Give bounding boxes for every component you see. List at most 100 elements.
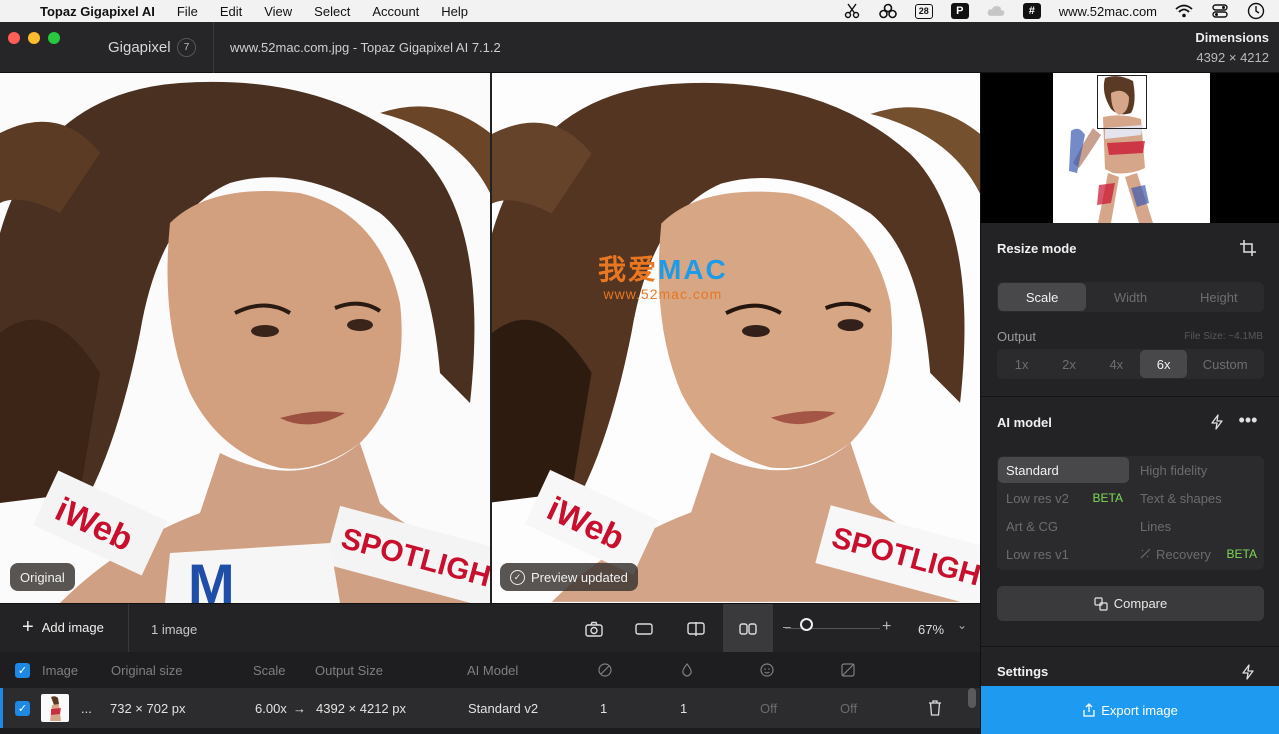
- model-low-res-v1[interactable]: Low res v1: [998, 541, 1129, 567]
- image-table-header: ✓ Image Original size Scale Output Size …: [0, 652, 980, 688]
- menu-select[interactable]: Select: [314, 4, 350, 19]
- menu-view[interactable]: View: [264, 4, 292, 19]
- add-image-button[interactable]: + Add image: [22, 616, 104, 638]
- beta-badge: BETA: [1092, 491, 1123, 505]
- tray-url[interactable]: www.52mac.com: [1059, 4, 1157, 19]
- photo-text-m: M: [188, 552, 235, 603]
- cluster-icon[interactable]: [878, 3, 897, 19]
- resize-tab-width[interactable]: Width: [1086, 283, 1174, 311]
- control-center-icon[interactable]: [1211, 3, 1229, 19]
- resize-tab-scale[interactable]: Scale: [998, 283, 1087, 311]
- zoom-window-button[interactable]: [48, 32, 60, 44]
- header-output-size[interactable]: Output Size: [315, 652, 383, 688]
- navigator-viewport[interactable]: [1097, 75, 1147, 129]
- wifi-icon[interactable]: [1175, 3, 1193, 19]
- close-window-button[interactable]: [8, 32, 20, 44]
- zoom-slider-knob[interactable]: [800, 618, 813, 631]
- resize-tab-height[interactable]: Height: [1175, 283, 1263, 311]
- image-thumbnail[interactable]: [41, 694, 69, 722]
- chevron-down-icon[interactable]: ⌄: [957, 618, 967, 632]
- header-image[interactable]: Image: [42, 652, 78, 688]
- preview-updated-text: Preview updated: [531, 569, 628, 585]
- cloud-icon[interactable]: [987, 3, 1005, 19]
- crop-icon[interactable]: [1237, 237, 1259, 259]
- sharpen-header-icon[interactable]: [681, 652, 693, 688]
- more-options-icon[interactable]: •••: [1237, 409, 1259, 431]
- model-lines[interactable]: Lines: [1132, 513, 1263, 539]
- watermark-cn: 我爱: [598, 254, 659, 285]
- model-low-res-v2[interactable]: Low res v2 BETA: [998, 485, 1129, 511]
- denoise-header-icon[interactable]: [598, 652, 612, 688]
- version-badge[interactable]: 7: [177, 38, 196, 57]
- export-image-button[interactable]: Export image: [981, 686, 1279, 734]
- header-original-size[interactable]: Original size: [111, 652, 183, 688]
- zoom-slider[interactable]: [785, 628, 880, 629]
- scale-6x[interactable]: 6x: [1139, 350, 1188, 378]
- enhanced-pane[interactable]: iWeb SPOTLIGHT ✓ Preview updated: [492, 73, 980, 603]
- minimize-window-button[interactable]: [28, 32, 40, 44]
- scale-2x[interactable]: 2x: [1045, 350, 1092, 378]
- plus-icon: +: [22, 616, 34, 638]
- header-scale[interactable]: Scale: [253, 652, 286, 688]
- model-art-cg[interactable]: Art & CG: [998, 513, 1129, 539]
- menu-file[interactable]: File: [177, 4, 198, 19]
- scissors-icon[interactable]: [843, 3, 861, 19]
- select-all-checkbox[interactable]: ✓: [15, 662, 30, 678]
- p-app-icon[interactable]: P: [950, 3, 969, 19]
- menu-account[interactable]: Account: [372, 4, 419, 19]
- menu-help[interactable]: Help: [441, 4, 468, 19]
- row-original-size: 732 × 702 px: [110, 700, 186, 716]
- split-view-icon: [687, 621, 705, 636]
- single-view-button[interactable]: [619, 604, 669, 653]
- file-size: File Size: ~4.1MB: [1184, 331, 1263, 342]
- navigator-preview[interactable]: [981, 73, 1279, 223]
- calendar-icon[interactable]: 28: [914, 3, 933, 19]
- scale-1x[interactable]: 1x: [998, 350, 1045, 378]
- add-image-label: Add image: [41, 619, 104, 635]
- side-by-side-view-button[interactable]: [723, 604, 773, 653]
- compare-icon: [1094, 596, 1108, 611]
- compare-button[interactable]: Compare: [997, 586, 1264, 621]
- row-denoise: 1: [600, 700, 608, 716]
- row-face-recovery: Off: [760, 700, 778, 716]
- header-ai-model[interactable]: AI Model: [467, 652, 518, 688]
- table-row[interactable]: ✓ ... 732 × 702 px 6.00x → 4392 × 4212 p…: [0, 688, 980, 728]
- section-divider: [981, 396, 1279, 397]
- bottom-toolbar: + Add image 1 image – + 67% ⌄: [0, 603, 980, 653]
- zoom-out-button[interactable]: –: [783, 618, 791, 634]
- split-view-button[interactable]: [671, 604, 721, 653]
- ai-model-grid: Standard High fidelity Low res v2 BETA T…: [997, 456, 1264, 570]
- zoom-value[interactable]: 67%: [918, 622, 944, 637]
- color-header-icon[interactable]: [841, 652, 855, 688]
- scale-4x[interactable]: 4x: [1093, 350, 1140, 378]
- clock-icon[interactable]: [1247, 2, 1265, 20]
- trash-icon[interactable]: [928, 688, 942, 728]
- row-sharpen: 1: [680, 700, 688, 716]
- face-recovery-header-icon[interactable]: [760, 652, 774, 688]
- hash-icon[interactable]: #: [1022, 3, 1041, 19]
- model-standard[interactable]: Standard: [998, 457, 1129, 483]
- app-menu[interactable]: Topaz Gigapixel AI: [40, 4, 155, 19]
- row-color: Off: [840, 700, 858, 716]
- product-name: Gigapixel: [108, 39, 171, 56]
- table-scrollbar[interactable]: [968, 688, 976, 708]
- model-high-fidelity[interactable]: High fidelity: [1132, 457, 1263, 483]
- model-recovery-label: Recovery: [1156, 546, 1211, 562]
- menu-bar: Topaz Gigapixel AI File Edit View Select…: [0, 0, 1279, 22]
- zoom-in-button[interactable]: +: [882, 618, 891, 636]
- camera-button[interactable]: [569, 604, 619, 653]
- ai-model-title: AI model: [997, 415, 1052, 430]
- row-output-size: 4392 × 4212 px: [316, 700, 406, 716]
- preview-area[interactable]: iWeb SPOTLIGHT M Original iWeb SPOTLIGHT: [0, 73, 980, 603]
- original-pane[interactable]: iWeb SPOTLIGHT M Original: [0, 73, 490, 603]
- settings-panel: Resize mode Scale Width Height Output Fi…: [980, 73, 1279, 734]
- menu-edit[interactable]: Edit: [220, 4, 242, 19]
- title-bar: Gigapixel 7 www.52mac.com.jpg - Topaz Gi…: [0, 22, 1279, 73]
- model-recovery[interactable]: Recovery BETA: [1132, 541, 1263, 567]
- bolt-icon[interactable]: [1237, 661, 1259, 683]
- check-circle-icon: ✓: [510, 569, 525, 585]
- bolt-icon[interactable]: [1206, 411, 1228, 433]
- model-text-shapes[interactable]: Text & shapes: [1132, 485, 1263, 511]
- scale-custom[interactable]: Custom: [1187, 350, 1263, 378]
- row-checkbox[interactable]: ✓: [15, 700, 30, 716]
